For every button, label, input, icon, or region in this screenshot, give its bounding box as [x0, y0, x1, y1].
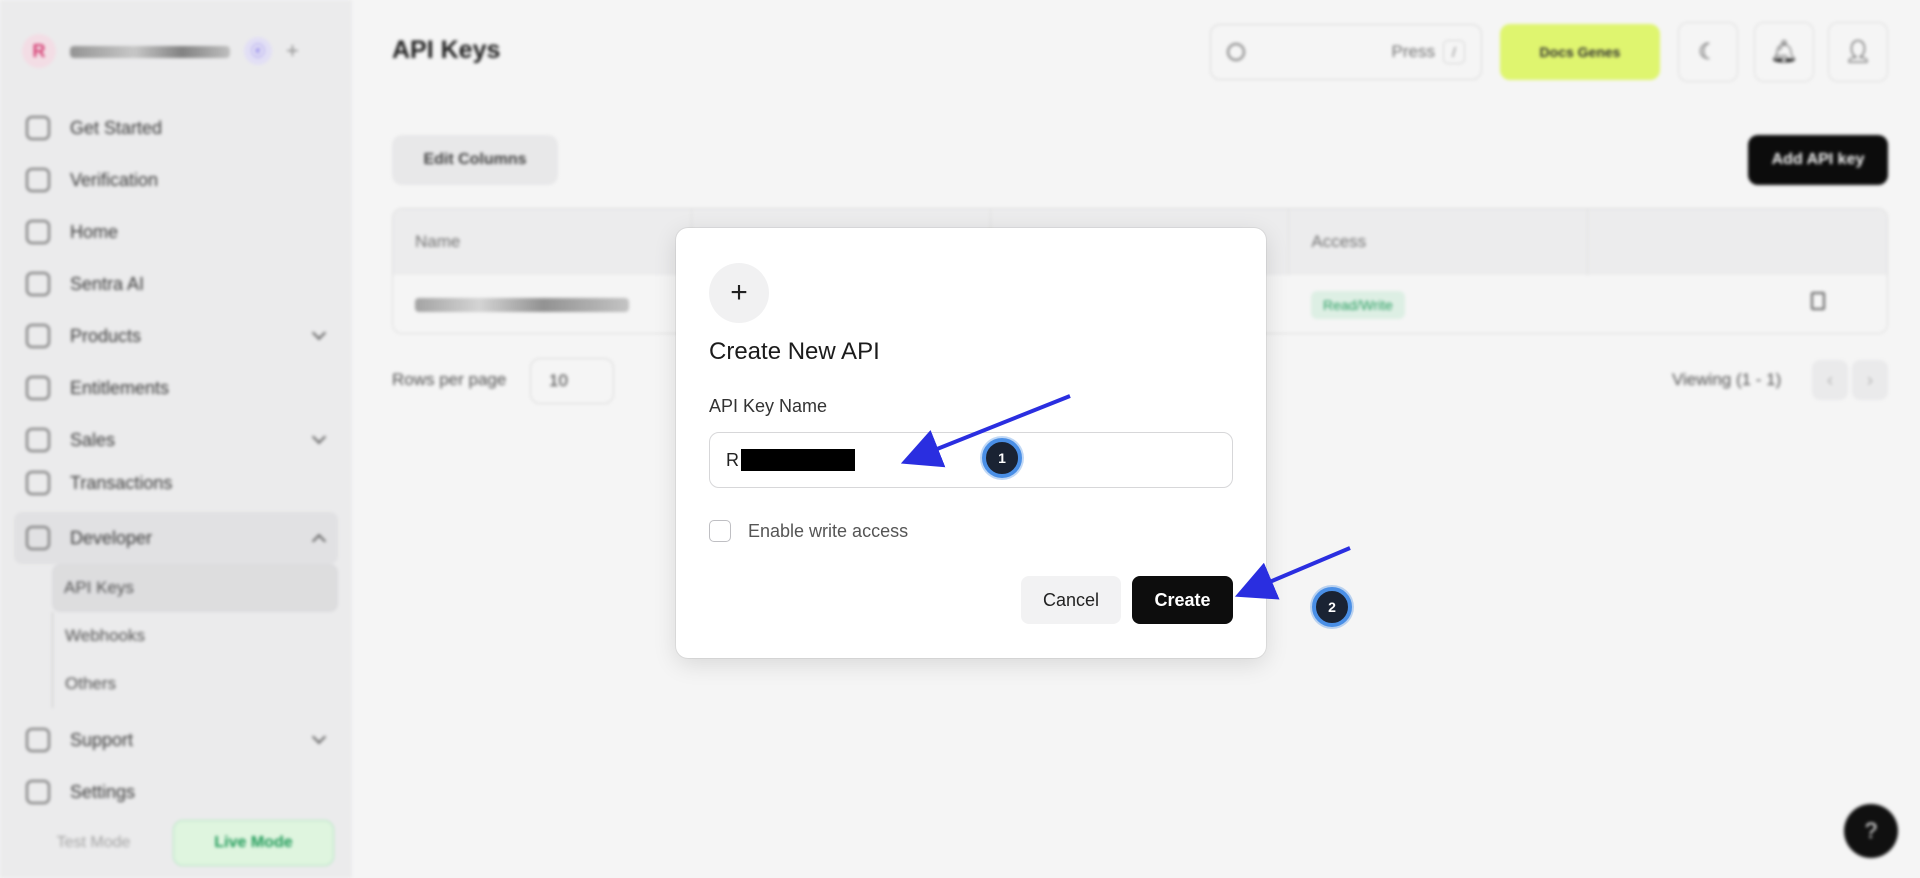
redaction-bar — [741, 449, 855, 471]
api-key-name-input[interactable]: R — [709, 432, 1233, 488]
create-api-modal: + Create New API API Key Name R Enable w… — [676, 228, 1266, 658]
plus-icon: + — [709, 263, 769, 323]
cancel-button[interactable]: Cancel — [1021, 576, 1121, 624]
create-button[interactable]: Create — [1132, 576, 1233, 624]
enable-write-access-label[interactable]: Enable write access — [748, 521, 908, 542]
api-key-name-value: R — [726, 449, 739, 470]
enable-write-access-checkbox[interactable] — [709, 520, 731, 542]
api-key-name-label: API Key Name — [709, 396, 828, 416]
modal-title: Create New API — [709, 338, 880, 365]
